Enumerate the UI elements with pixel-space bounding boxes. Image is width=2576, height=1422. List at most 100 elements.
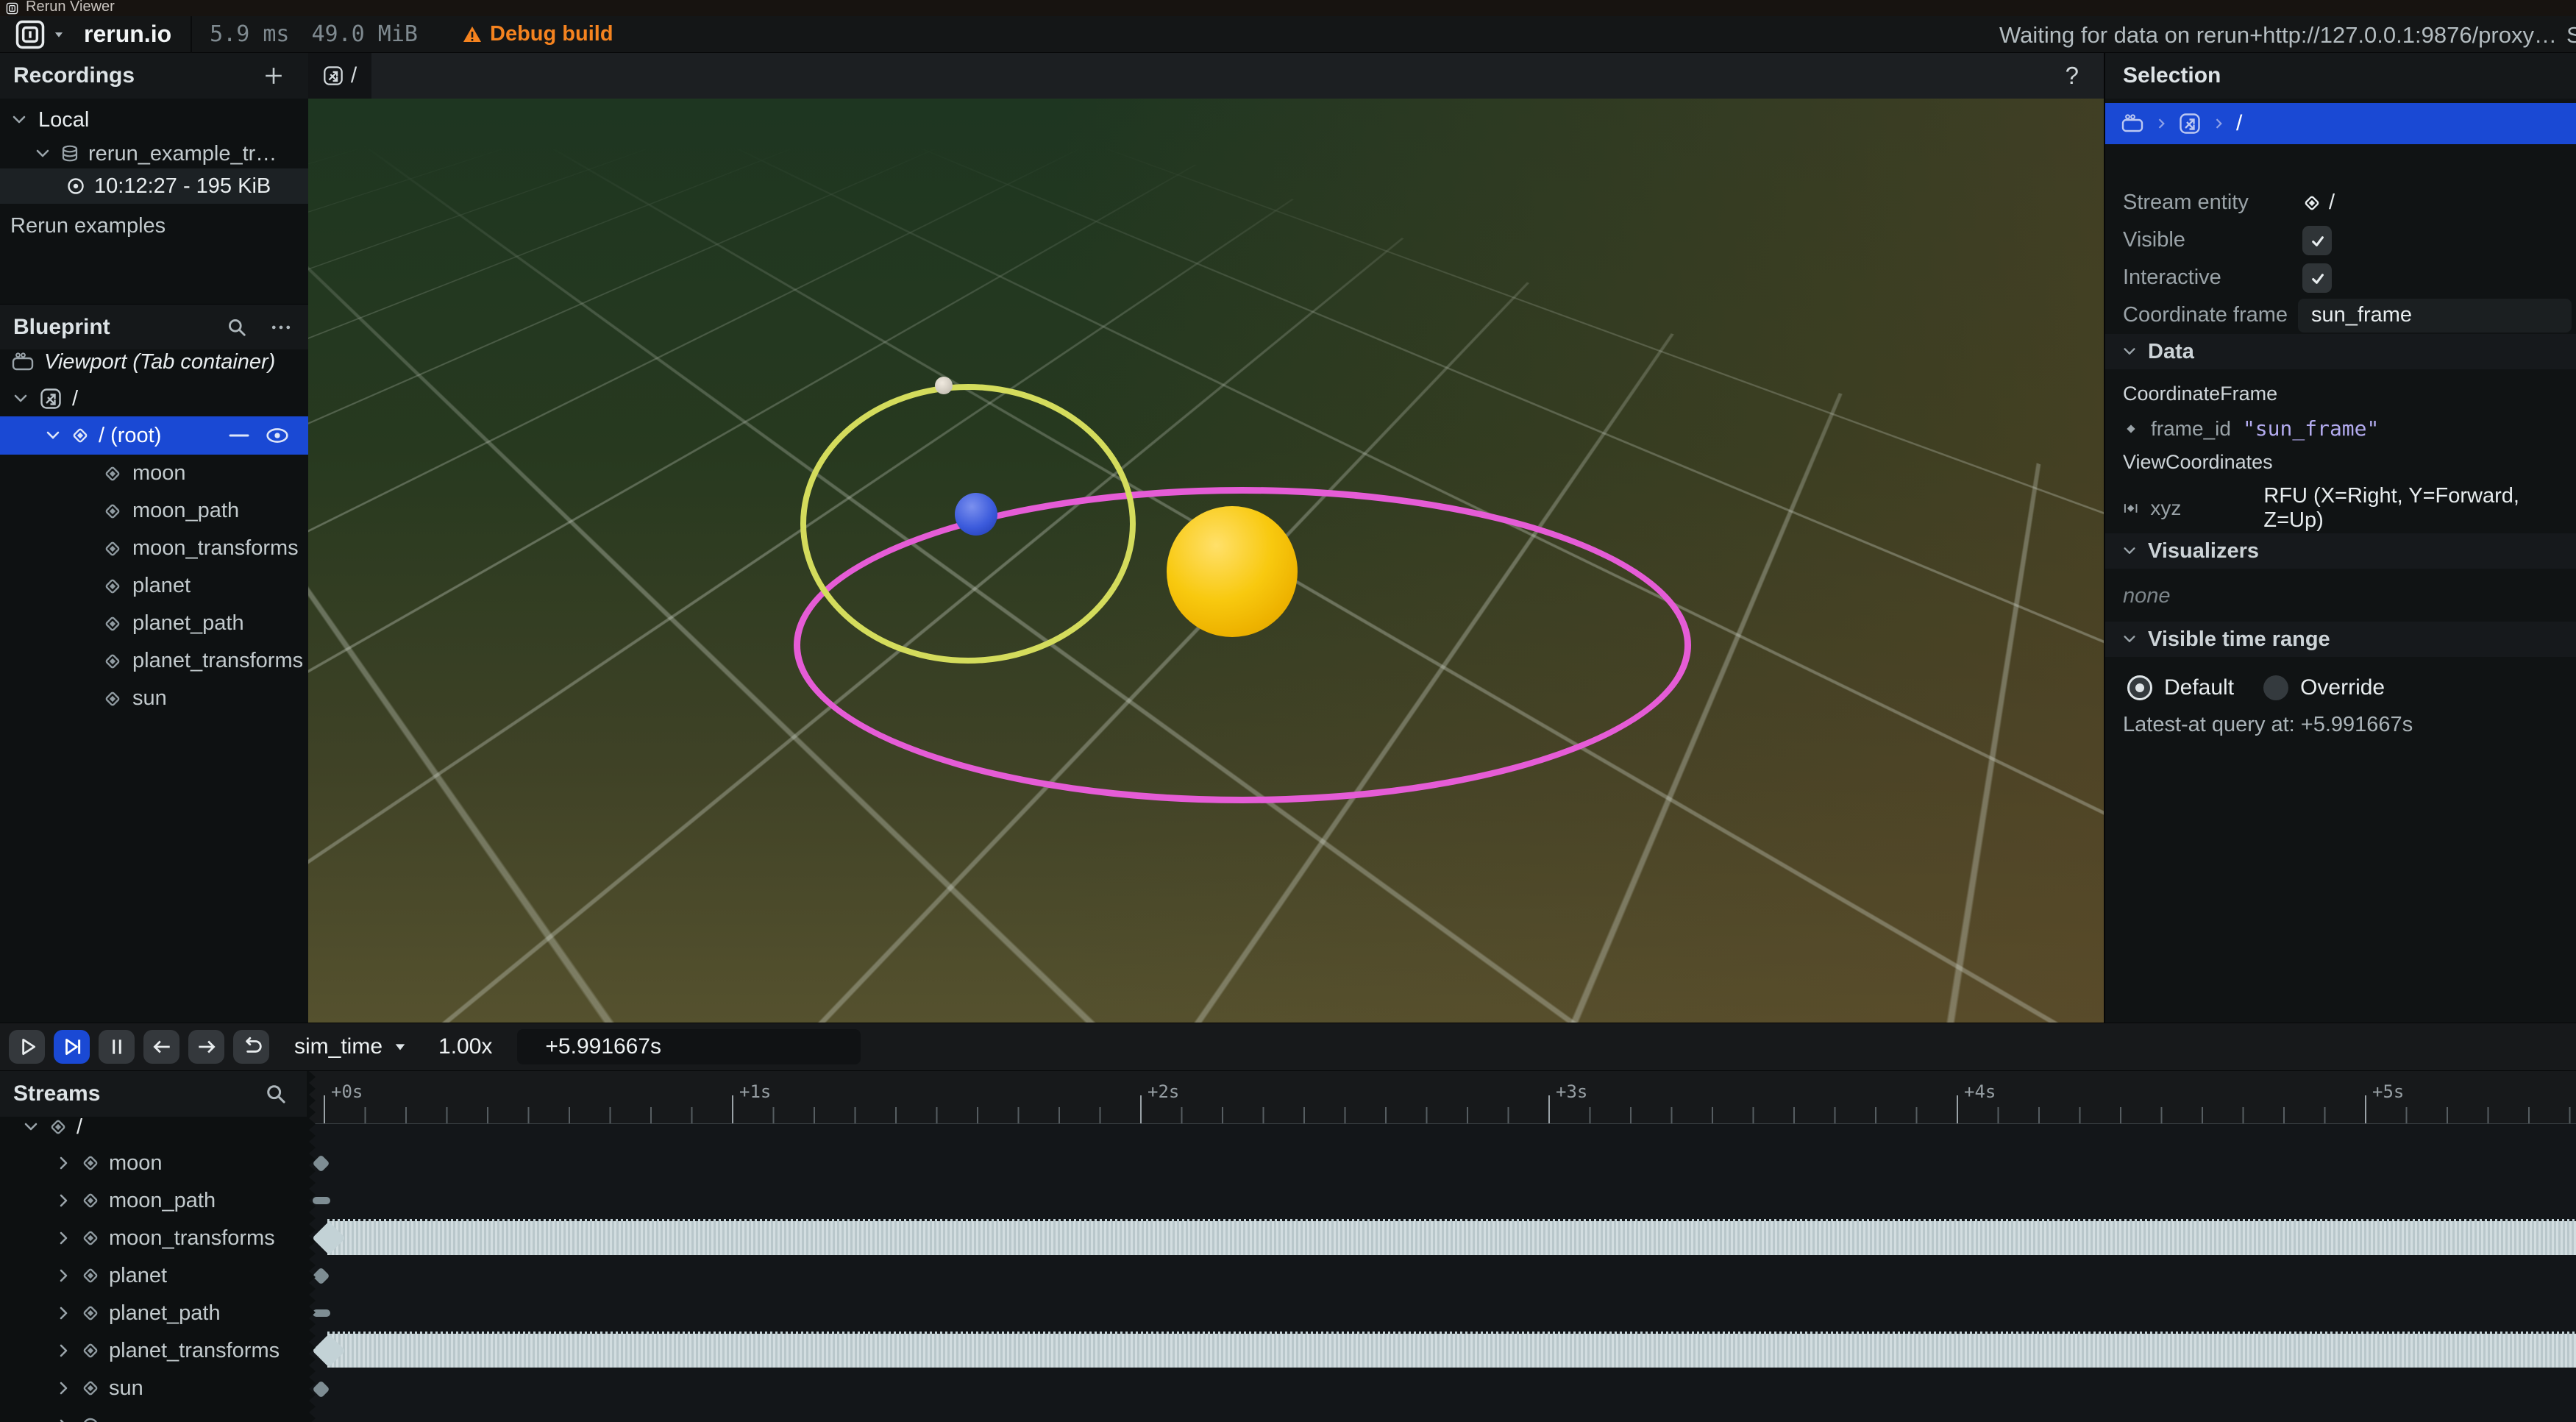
- event-bar-moon-transforms: [327, 1221, 2576, 1255]
- xyz-row: xyz RFU (X=Right, Y=Forward, Z=Up): [2123, 484, 2576, 533]
- entity-icon: [103, 502, 122, 521]
- stream-row-moon[interactable]: moon: [54, 1145, 163, 1181]
- timeline-track-area[interactable]: +0s +1s +2s +3s +4s +5s: [308, 1071, 2576, 1422]
- recording-item[interactable]: 10:12:27 - 195 KiB: [0, 168, 308, 204]
- chevron-right-icon[interactable]: [54, 1304, 72, 1322]
- tab-spatial-view[interactable]: /: [308, 53, 371, 99]
- entity-icon: [103, 577, 122, 596]
- entity-icon: [81, 1341, 100, 1360]
- visibility-eye-icon[interactable]: [266, 427, 289, 444]
- step-back-button[interactable]: [143, 1030, 179, 1064]
- debug-build-badge: Debug build: [462, 22, 613, 46]
- tick-label: +4s: [1964, 1081, 1996, 1102]
- status-partial-text: S: [2566, 22, 2576, 49]
- stream-row-planet-path[interactable]: planet_path: [54, 1295, 221, 1332]
- time-range-section-header[interactable]: Visible time range: [2105, 622, 2576, 657]
- data-section-header[interactable]: Data: [2105, 334, 2576, 369]
- planet-sphere[interactable]: [955, 493, 997, 536]
- memory-usage: 49.0 MiB: [312, 21, 419, 47]
- recordings-group-local[interactable]: Local: [10, 103, 89, 137]
- playback-speed[interactable]: 1.00x: [438, 1034, 492, 1059]
- remove-icon[interactable]: [229, 427, 249, 444]
- blueprint-view-root[interactable]: /: [12, 381, 78, 416]
- sun-sphere[interactable]: [1167, 506, 1298, 637]
- moon-sphere[interactable]: [935, 377, 953, 394]
- recording-icon: [66, 177, 85, 196]
- help-button[interactable]: ?: [2066, 62, 2079, 90]
- breadcrumb[interactable]: /: [2105, 103, 2576, 144]
- search-icon[interactable]: [227, 318, 246, 337]
- coordinate-frame-input[interactable]: sun_frame: [2298, 299, 2572, 333]
- search-icon[interactable]: [266, 1084, 286, 1104]
- add-recording-button[interactable]: [264, 66, 283, 85]
- tick-label: +0s: [331, 1081, 363, 1102]
- visualizers-section-header[interactable]: Visualizers: [2105, 533, 2576, 569]
- stream-row-moon-transforms[interactable]: moon_transforms: [54, 1220, 275, 1256]
- stream-row-sun[interactable]: sun: [54, 1370, 143, 1407]
- blueprint-item-moon-transforms[interactable]: moon_transforms: [103, 530, 299, 567]
- blueprint-viewport-row[interactable]: Viewport (Tab container): [12, 344, 275, 380]
- blueprint-root-entity-selected[interactable]: / (root): [0, 416, 308, 455]
- stream-row-planet[interactable]: planet: [54, 1257, 167, 1294]
- rerun-logo-icon: [6, 2, 18, 15]
- arrow-right-icon: [196, 1036, 218, 1058]
- streams-root-row[interactable]: /: [22, 1109, 82, 1145]
- component-diamond-icon: [2123, 421, 2139, 437]
- stream-row-planet-transforms[interactable]: planet_transforms: [54, 1332, 280, 1369]
- ruler-minor-ticks: [324, 1107, 2576, 1123]
- chevron-right-icon[interactable]: [54, 1192, 72, 1209]
- loop-button[interactable]: [233, 1030, 269, 1064]
- chevron-right-icon[interactable]: [54, 1267, 72, 1284]
- coordinateframe-heading: CoordinateFrame: [2123, 383, 2277, 405]
- spatial-view-icon: [323, 65, 344, 86]
- chevron-down-icon[interactable]: [34, 145, 51, 163]
- more-options-icon[interactable]: [271, 318, 291, 337]
- chevron-right-icon[interactable]: [54, 1379, 72, 1397]
- chevron-right-icon[interactable]: [54, 1342, 72, 1359]
- stream-row-moon-path[interactable]: moon_path: [54, 1182, 216, 1219]
- entity-icon: [81, 1229, 100, 1248]
- chevron-down-icon: [53, 29, 65, 40]
- recording-dataset[interactable]: rerun_example_tr…: [34, 137, 277, 171]
- entity-icon: [2302, 193, 2321, 213]
- rerun-examples-section[interactable]: Rerun examples: [10, 209, 166, 243]
- chevron-right-icon[interactable]: [54, 1154, 72, 1172]
- viewcoordinates-heading: ViewCoordinates: [2123, 451, 2273, 474]
- blueprint-item-moon[interactable]: moon: [103, 455, 186, 492]
- stream-row-partial[interactable]: [54, 1407, 100, 1422]
- current-time-field[interactable]: +5.991667s: [517, 1029, 861, 1064]
- entity-icon: [103, 614, 122, 633]
- chevron-down-icon[interactable]: [10, 111, 28, 129]
- app-menu[interactable]: rerun.io: [0, 16, 191, 52]
- visualizers-none: none: [2123, 584, 2171, 608]
- timeline-dropdown[interactable]: sim_time: [294, 1034, 408, 1059]
- blueprint-item-planet-transforms[interactable]: planet_transforms: [103, 642, 303, 680]
- 3d-scene[interactable]: [308, 99, 2104, 1023]
- blueprint-item-sun[interactable]: sun: [103, 680, 167, 717]
- database-icon: [60, 144, 79, 163]
- rerun-logo: [15, 19, 46, 50]
- interactive-checkbox[interactable]: [2302, 263, 2332, 293]
- tick-label: +1s: [739, 1081, 771, 1102]
- blueprint-item-moon-path[interactable]: moon_path: [103, 492, 239, 530]
- entity-icon: [81, 1379, 100, 1398]
- radio-override[interactable]: [2263, 675, 2288, 700]
- time-controls-bar: sim_time 1.00x +5.991667s: [0, 1023, 2576, 1071]
- chevron-right-icon[interactable]: [54, 1229, 72, 1247]
- pause-button[interactable]: [99, 1030, 135, 1064]
- spatial-view-icon: [2179, 113, 2201, 135]
- blueprint-item-planet-path[interactable]: planet_path: [103, 605, 244, 642]
- chevron-down-icon[interactable]: [44, 427, 62, 444]
- step-forward-button[interactable]: [188, 1030, 224, 1064]
- timeline-ruler[interactable]: +0s +1s +2s +3s +4s +5s: [308, 1071, 2576, 1124]
- visible-checkbox[interactable]: [2302, 226, 2332, 255]
- selection-header: Selection: [2105, 53, 2576, 99]
- tick-label: +5s: [2372, 1081, 2404, 1102]
- blueprint-item-planet[interactable]: planet: [103, 567, 191, 605]
- chevron-down-icon[interactable]: [22, 1118, 40, 1136]
- radio-default[interactable]: [2127, 675, 2152, 700]
- play-button[interactable]: [9, 1030, 45, 1064]
- follow-button[interactable]: [54, 1030, 90, 1064]
- toolbar-divider: [191, 16, 192, 53]
- chevron-down-icon[interactable]: [12, 390, 29, 408]
